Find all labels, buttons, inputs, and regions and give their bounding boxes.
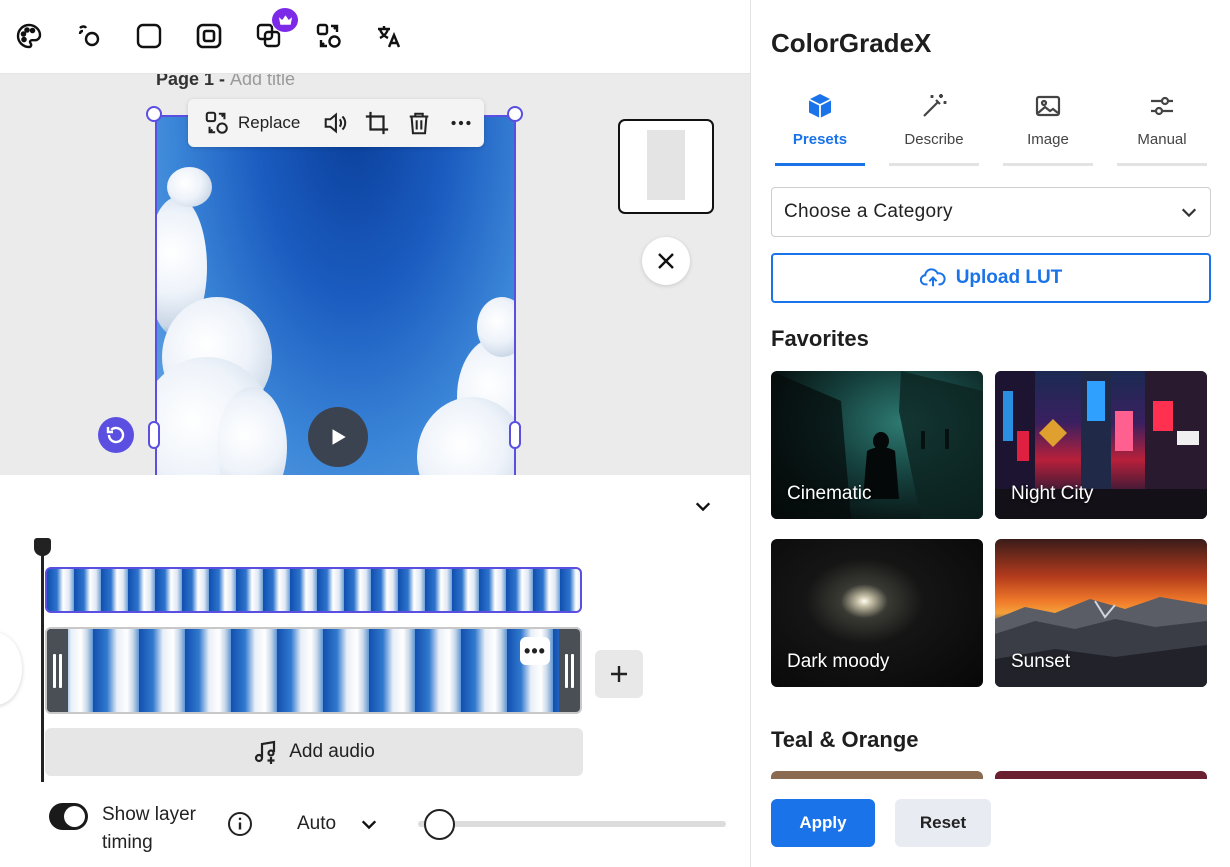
playhead-line <box>41 547 44 782</box>
video-track-selected[interactable] <box>45 567 582 613</box>
preset-card-dark-moody[interactable]: Dark moody <box>771 539 983 687</box>
apply-button[interactable]: Apply <box>771 799 875 847</box>
sliders-icon <box>1151 96 1173 116</box>
upload-lut-label: Upload LUT <box>955 267 1063 288</box>
tab-label: Describe <box>904 131 964 148</box>
video-element[interactable] <box>155 115 516 475</box>
rotate-icon <box>106 426 125 444</box>
resize-handle-top-left[interactable] <box>146 106 162 122</box>
plus-icon <box>611 666 627 682</box>
delete-button[interactable] <box>406 99 432 147</box>
more-options-button[interactable] <box>448 99 474 147</box>
resize-handle-top-right[interactable] <box>507 106 523 122</box>
preset-card-cinematic[interactable]: Cinematic <box>771 371 983 519</box>
add-audio-label: Add audio <box>289 741 375 762</box>
preset-card-sunset[interactable]: Sunset <box>995 539 1207 687</box>
category-select[interactable]: Choose a Category <box>771 187 1211 237</box>
element-toolbar: Replace <box>188 99 484 147</box>
resize-handle-right[interactable] <box>509 421 521 449</box>
scroll-left-button[interactable] <box>0 633 22 705</box>
resize-handle-left[interactable] <box>148 421 160 449</box>
speaker-icon <box>325 112 347 134</box>
zoom-slider-track[interactable] <box>418 821 726 827</box>
info-icon[interactable] <box>227 811 253 837</box>
preset-label: Dark moody <box>787 651 890 672</box>
swap-icon <box>205 111 228 134</box>
trim-handle-left[interactable] <box>47 629 68 712</box>
speed-select-value[interactable]: Auto <box>297 813 336 835</box>
canvas-area[interactable]: Page 1 - Add title Replace <box>0 74 750 475</box>
video-clip-track[interactable]: ••• <box>45 627 582 714</box>
tab-label: Image <box>1027 131 1069 148</box>
crown-icon <box>272 8 298 32</box>
tab-image[interactable]: Image <box>1003 88 1093 166</box>
crop-icon <box>366 111 389 135</box>
timeline-panel: ••• Add audio Show layer timing Auto <box>0 475 750 867</box>
magic-wand-icon <box>923 94 947 117</box>
frame-icon[interactable] <box>193 18 225 54</box>
section-title-favorites: Favorites <box>771 326 869 351</box>
chevron-down-icon[interactable] <box>360 815 378 833</box>
zoom-slider-thumb[interactable] <box>424 809 455 840</box>
page-title[interactable]: Page 1 - Add title <box>156 74 295 90</box>
add-audio-button[interactable]: Add audio <box>45 728 583 776</box>
audio-button[interactable] <box>322 99 348 147</box>
editor-area: Page 1 - Add title Replace ••• Add audio… <box>0 0 750 867</box>
colorgrade-panel: ColorGradeX Presets Describe Image Manua… <box>750 0 1230 867</box>
close-icon <box>658 253 674 269</box>
close-button[interactable] <box>642 237 690 285</box>
translate-icon[interactable] <box>373 18 405 54</box>
tab-manual[interactable]: Manual <box>1117 88 1207 166</box>
page-title-placeholder[interactable]: Add title <box>230 74 295 89</box>
image-icon <box>1035 95 1061 117</box>
upload-lut-button[interactable]: Upload LUT <box>771 253 1211 303</box>
editor-toolbar <box>0 0 750 74</box>
preset-label: Night City <box>1011 483 1094 504</box>
music-plus-icon <box>255 740 276 764</box>
page-thumbnail[interactable] <box>618 119 714 214</box>
tab-label: Manual <box>1137 131 1187 148</box>
replace-label: Replace <box>238 113 301 132</box>
add-clip-button[interactable] <box>595 650 643 698</box>
shapes-link-icon[interactable] <box>73 18 105 54</box>
palette-icon[interactable] <box>13 18 45 54</box>
app-title: ColorGradeX <box>771 28 932 58</box>
category-select-label: Choose a Category <box>784 201 953 222</box>
panel-footer: Apply Reset <box>751 779 1230 867</box>
preset-label: Cinematic <box>787 483 872 504</box>
square-icon[interactable] <box>133 18 165 54</box>
tab-label: Presets <box>792 131 848 148</box>
preset-card-partial[interactable] <box>995 771 1207 779</box>
chevron-down-icon <box>1181 208 1197 218</box>
trim-handle-right[interactable] <box>559 629 580 712</box>
collapse-timeline-button[interactable] <box>690 493 716 519</box>
tab-describe[interactable]: Describe <box>889 88 979 166</box>
play-button[interactable] <box>308 407 368 467</box>
chevron-down-icon <box>695 502 711 512</box>
show-layer-timing-toggle[interactable] <box>49 803 88 830</box>
section-title-teal-orange: Teal & Orange <box>771 727 919 752</box>
preset-card-night-city[interactable]: Night City <box>995 371 1207 519</box>
page-label: Page 1 - <box>156 74 231 89</box>
trash-icon <box>410 112 429 135</box>
replace-button[interactable]: Replace <box>204 99 300 147</box>
panel-tabs: Presets Describe Image Manual <box>775 88 1207 166</box>
cube-icon <box>808 94 832 118</box>
crop-button[interactable] <box>364 99 390 147</box>
reset-button[interactable]: Reset <box>895 799 991 847</box>
rotate-button[interactable] <box>98 417 134 453</box>
tab-presets[interactable]: Presets <box>775 88 865 166</box>
more-icon <box>451 120 471 126</box>
preset-card-partial[interactable] <box>771 771 983 779</box>
clip-menu-button[interactable]: ••• <box>520 637 550 665</box>
preset-label: Sunset <box>1011 651 1071 672</box>
swap-icon[interactable] <box>313 18 345 54</box>
cloud-upload-icon <box>919 268 946 287</box>
show-layer-timing-label: Show layer timing <box>102 804 196 853</box>
